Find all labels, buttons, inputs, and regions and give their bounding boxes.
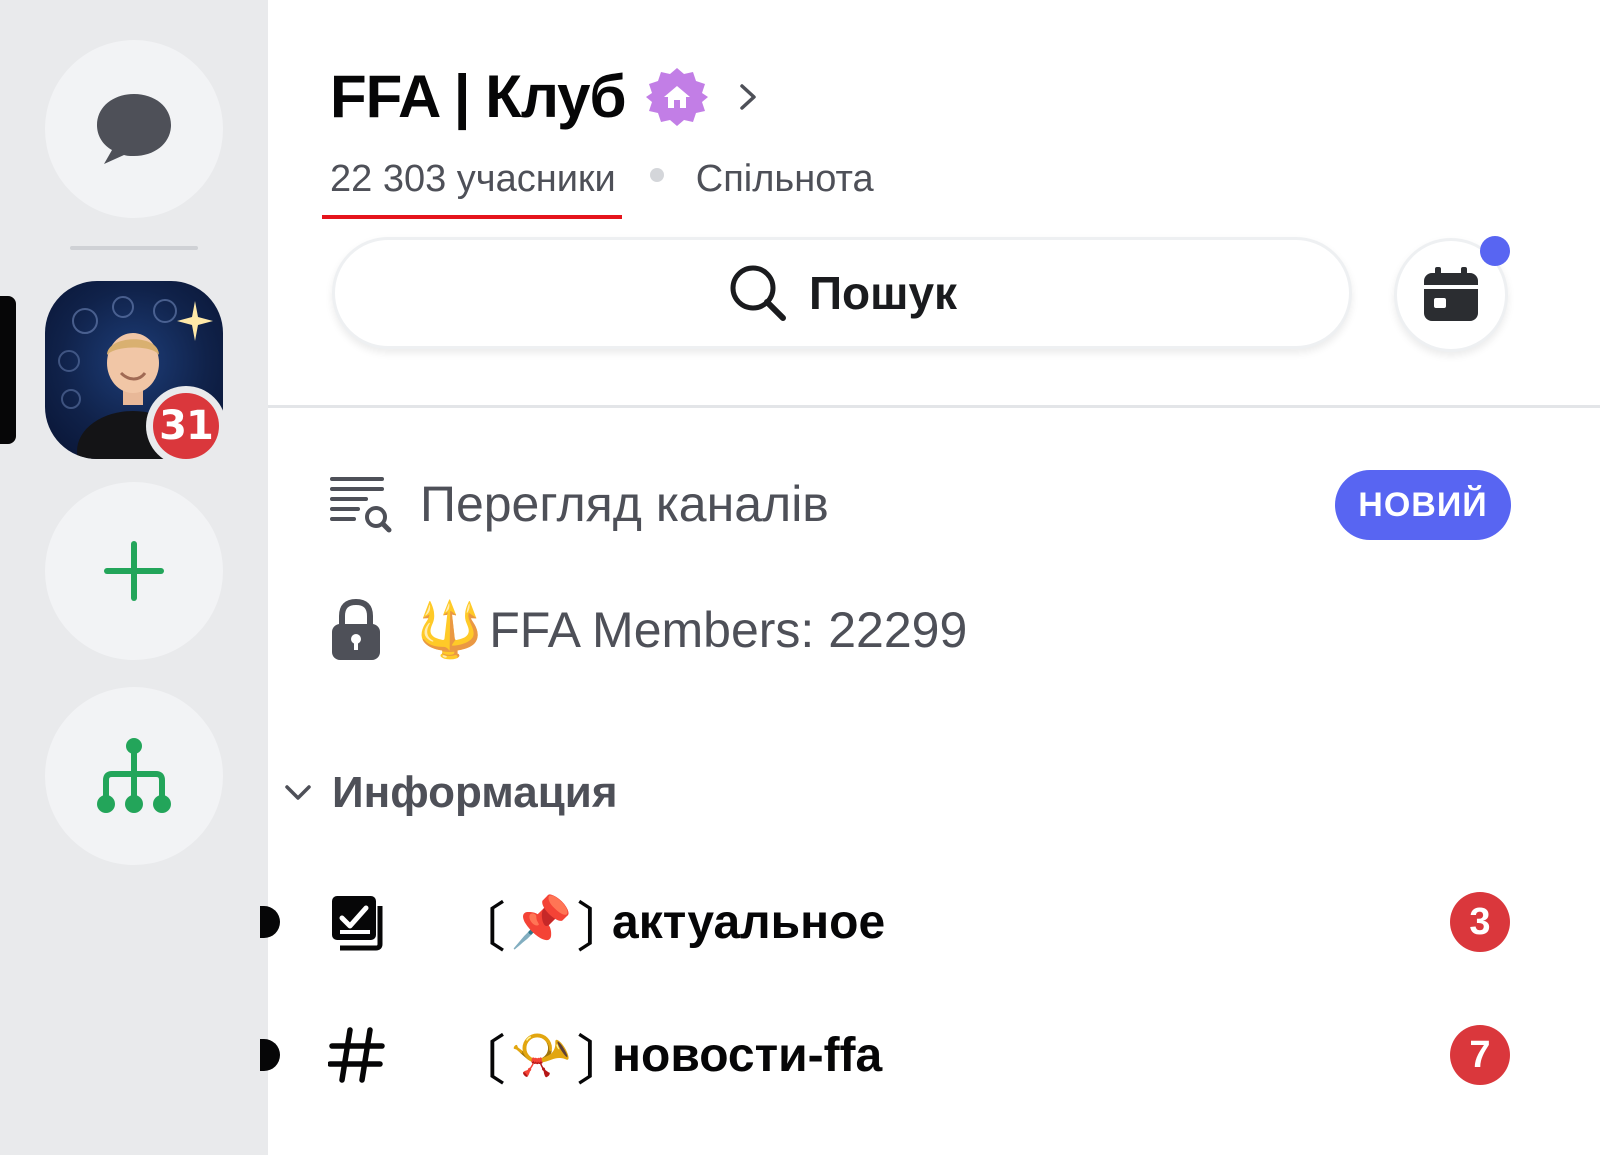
search-label: Пошук <box>808 267 958 319</box>
browse-channels-label: Перегляд каналів <box>420 476 829 532</box>
browse-channels-item[interactable]: Перегляд каналів <box>330 473 829 535</box>
hashtag-icon <box>328 1026 386 1084</box>
new-badge: НОВИЙ <box>1335 470 1511 540</box>
plus-icon <box>104 541 164 601</box>
category-header[interactable]: Информация <box>284 768 618 818</box>
server-name[interactable]: FFA | Клуб <box>330 62 627 131</box>
search-icon <box>730 265 786 321</box>
direct-messages-button[interactable] <box>45 40 223 218</box>
browse-channels-icon <box>330 477 392 533</box>
category-name: Информация <box>332 768 618 817</box>
mention-badge: 7 <box>1450 1025 1510 1085</box>
pushpin-emoji: 📌 <box>510 892 573 951</box>
bracket-open: 〔 <box>452 1028 506 1092</box>
server-mention-count: 31 <box>153 393 219 459</box>
header-divider <box>268 405 1600 408</box>
meta-separator <box>649 167 664 182</box>
chevron-right-icon[interactable] <box>736 80 760 114</box>
rail-divider <box>70 246 198 250</box>
channel-emoji-prefix: 〔 📯 〕 <box>452 1016 630 1095</box>
mention-badge: 3 <box>1450 892 1510 952</box>
trident-emoji: 🔱 <box>416 598 484 661</box>
channel-list-panel: FFA | Клуб 22 303 учасники Спільнота Пош… <box>260 10 1600 1155</box>
channel-item-aktualnoe[interactable]: 〔 📌 〕 актуальное 3 <box>260 872 1600 972</box>
discover-button[interactable] <box>45 687 223 865</box>
horn-emoji: 📯 <box>510 1025 573 1084</box>
server-rail: 31 <box>0 0 268 1155</box>
server-mention-badge: 31 <box>146 386 226 466</box>
channel-emoji-prefix: 〔 📌 〕 <box>452 883 630 962</box>
community-house-badge-icon <box>645 67 708 126</box>
channel-name: новости-ffa <box>612 1028 883 1082</box>
messages-icon <box>97 94 171 164</box>
add-server-button[interactable] <box>45 482 223 660</box>
server-meta: 22 303 учасники Спільнота <box>322 158 874 219</box>
channel-name: актуальное <box>612 895 886 949</box>
unread-indicator <box>260 906 280 938</box>
unread-indicator <box>260 1039 280 1071</box>
channel-item-novosti-ffa[interactable]: 〔 📯 〕 новости-ffa 7 <box>260 1005 1600 1105</box>
chevron-down-icon <box>285 785 311 800</box>
locked-channel-label: FFA Members: 22299 <box>489 602 968 658</box>
locked-channel-item[interactable]: 🔱 FFA Members: 22299 <box>330 598 967 662</box>
bracket-open: 〔 <box>452 895 506 959</box>
rules-checkbox-icon <box>328 893 386 951</box>
discover-hub-icon <box>97 738 171 813</box>
lock-icon <box>332 598 380 660</box>
search-button[interactable]: Пошук <box>332 237 1352 349</box>
selected-server-indicator <box>0 296 16 444</box>
server-type: Спільнота <box>695 158 874 200</box>
member-count: 22 303 учасники <box>322 158 622 219</box>
calendar-icon <box>1424 267 1478 321</box>
server-header[interactable]: FFA | Клуб <box>330 62 760 131</box>
events-new-indicator <box>1480 236 1510 266</box>
